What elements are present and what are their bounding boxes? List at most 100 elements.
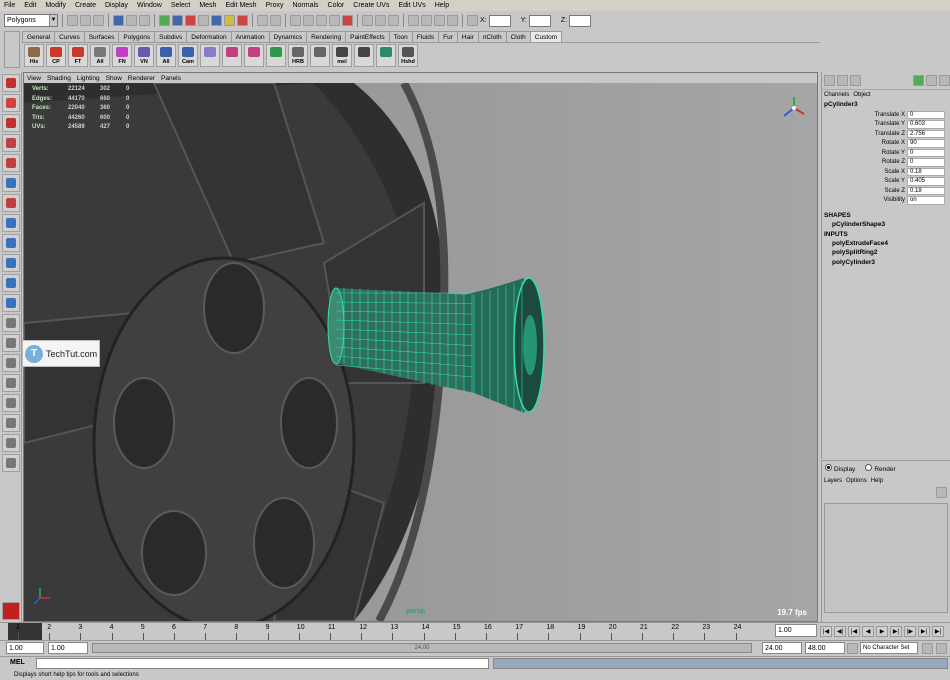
output-ops-icon[interactable] [375,15,386,26]
render-view-icon[interactable] [408,15,419,26]
range-bar[interactable]: 24.00 [92,643,752,653]
channel-attr-row[interactable]: Rotate X 90 [822,139,950,149]
select-hierarchy-icon[interactable] [113,15,124,26]
channel-attr-value[interactable]: 0 [907,110,945,119]
select-tool-icon[interactable] [2,74,20,92]
menu-select[interactable]: Select [171,2,190,9]
selected-object-name[interactable]: pCylinder3 [822,100,950,110]
snap-point-icon[interactable] [316,15,327,26]
menu-edit-mesh[interactable]: Edit Mesh [225,2,256,9]
snap-view-plane-icon[interactable] [329,15,340,26]
snap-curve-icon[interactable] [303,15,314,26]
chevron-down-icon[interactable] [847,643,858,654]
input-node[interactable]: polyCylinder3 [822,258,950,268]
menu-modify[interactable]: Modify [45,2,66,9]
shape-node[interactable]: pCylinderShape3 [822,220,950,230]
layout-icon[interactable] [2,434,20,452]
shelf-button[interactable] [244,44,264,67]
shelf-tab-fur[interactable]: Fur [438,31,458,42]
menu-edit-uvs[interactable]: Edit UVs [398,2,425,9]
menu-color[interactable]: Color [328,2,345,9]
step-forward-icon[interactable]: ▶| [890,626,902,637]
layout-icon[interactable] [2,414,20,432]
highlight-selection-icon[interactable] [270,15,281,26]
y-field[interactable] [528,14,551,27]
channel-attr-row[interactable]: Scale Z 0.18 [822,186,950,196]
paint-select-icon[interactable] [2,114,20,132]
go-to-start-icon[interactable]: |◀ [820,626,832,637]
object-menu[interactable]: Object [853,92,870,98]
command-input[interactable] [36,658,489,669]
pick-mask-icon[interactable] [224,15,235,26]
tool-settings-toggle-icon[interactable] [850,75,861,86]
pick-mask-icon[interactable] [237,15,248,26]
shelf-button[interactable]: His [24,44,44,67]
last-tool-icon[interactable] [2,234,20,252]
render-frame-icon[interactable] [421,15,432,26]
character-set-select[interactable]: No Character Set [860,642,918,654]
channel-attr-value[interactable]: 90 [907,139,945,148]
select-object-icon[interactable] [126,15,137,26]
shelf-tab-general[interactable]: General [22,31,56,42]
channel-attr-row[interactable]: Translate X0 [822,110,950,120]
lasso-tool-icon[interactable] [2,94,20,112]
step-forward-key-icon[interactable]: |▶ [904,626,916,637]
render-globals-icon[interactable] [447,15,458,26]
menu-create-uvs[interactable]: Create UVs [353,2,389,9]
current-frame-field[interactable]: 1.00 [775,624,817,637]
step-forward-icon[interactable]: ▶| [932,626,944,637]
shelf-options[interactable] [4,31,20,68]
shelf-tab-curves[interactable]: Curves [54,31,85,42]
channel-attr-row[interactable]: Scale X 0.18 [822,167,950,177]
layout-icon[interactable] [2,454,20,472]
menu-set-select[interactable]: Polygons ▼ [4,14,58,27]
layout-single-icon[interactable] [2,254,20,272]
make-live-icon[interactable] [342,15,353,26]
end-time-field[interactable]: 48.00 [805,642,845,654]
shelf-button[interactable]: Hshd [398,44,418,67]
scene-3d[interactable] [24,83,817,621]
channel-attr-value[interactable]: 0.18 [907,167,945,176]
channel-attr-value[interactable]: 0.405 [907,177,945,186]
shelf-tab-polygons[interactable]: Polygons [118,31,156,42]
shelf-button[interactable]: HRB [288,44,308,67]
shelf-tab-animation[interactable]: Animation [230,31,270,42]
channel-attr-row[interactable]: Rotate Z0 [822,158,950,168]
auto-key-icon[interactable] [922,643,933,654]
shelf-tab-cloth[interactable]: Cloth [505,31,531,42]
input-ops-icon[interactable] [362,15,373,26]
preferences-icon[interactable] [936,643,947,654]
layout-graph-icon[interactable] [2,334,20,352]
save-scene-icon[interactable] [93,15,104,26]
menu-mesh[interactable]: Mesh [199,2,216,9]
shelf-button[interactable] [354,44,374,67]
shelf-button[interactable]: VN [134,44,154,67]
channel-attr-value[interactable]: 0.603 [907,120,945,129]
input-node[interactable]: polyExtrudeFace4 [822,239,950,249]
menu-create[interactable]: Create [75,2,96,9]
shelf-button[interactable]: Cam [178,44,198,67]
shelf-button[interactable] [200,44,220,67]
channel-attr-value[interactable]: 0.18 [907,186,945,195]
scale-tool-icon[interactable] [2,174,20,192]
pick-mask-icon[interactable] [198,15,209,26]
play-backward-icon[interactable]: ◀ [862,626,874,637]
layout-icon[interactable] [926,75,937,86]
shelf-button[interactable] [310,44,330,67]
select-component-icon[interactable] [139,15,150,26]
x-field[interactable] [488,14,511,27]
time-slider[interactable]: 1 2 3 4 5 6 7 8 9 10 11 12 13 14 15 16 17 18 19 20 21 22 23 24 … [0,622,950,640]
current-frame-marker[interactable] [8,623,42,640]
layout-icon[interactable] [939,75,950,86]
pick-mask-icon[interactable] [159,15,170,26]
playback-start-field[interactable]: 1.00 [48,642,88,654]
soft-mod-icon[interactable] [2,214,20,232]
shelf-tab-toon[interactable]: Toon [388,31,413,42]
menu-window[interactable]: Window [137,2,162,9]
shelf-button[interactable]: FN [112,44,132,67]
channel-box-toggle-icon[interactable] [824,75,835,86]
layout-icon[interactable] [2,374,20,392]
channel-attr-row[interactable]: Translate Y 0.603 [822,120,950,130]
shelf-tab-ncloth[interactable]: nCloth [477,31,507,42]
start-time-field[interactable]: 1.00 [6,642,44,654]
